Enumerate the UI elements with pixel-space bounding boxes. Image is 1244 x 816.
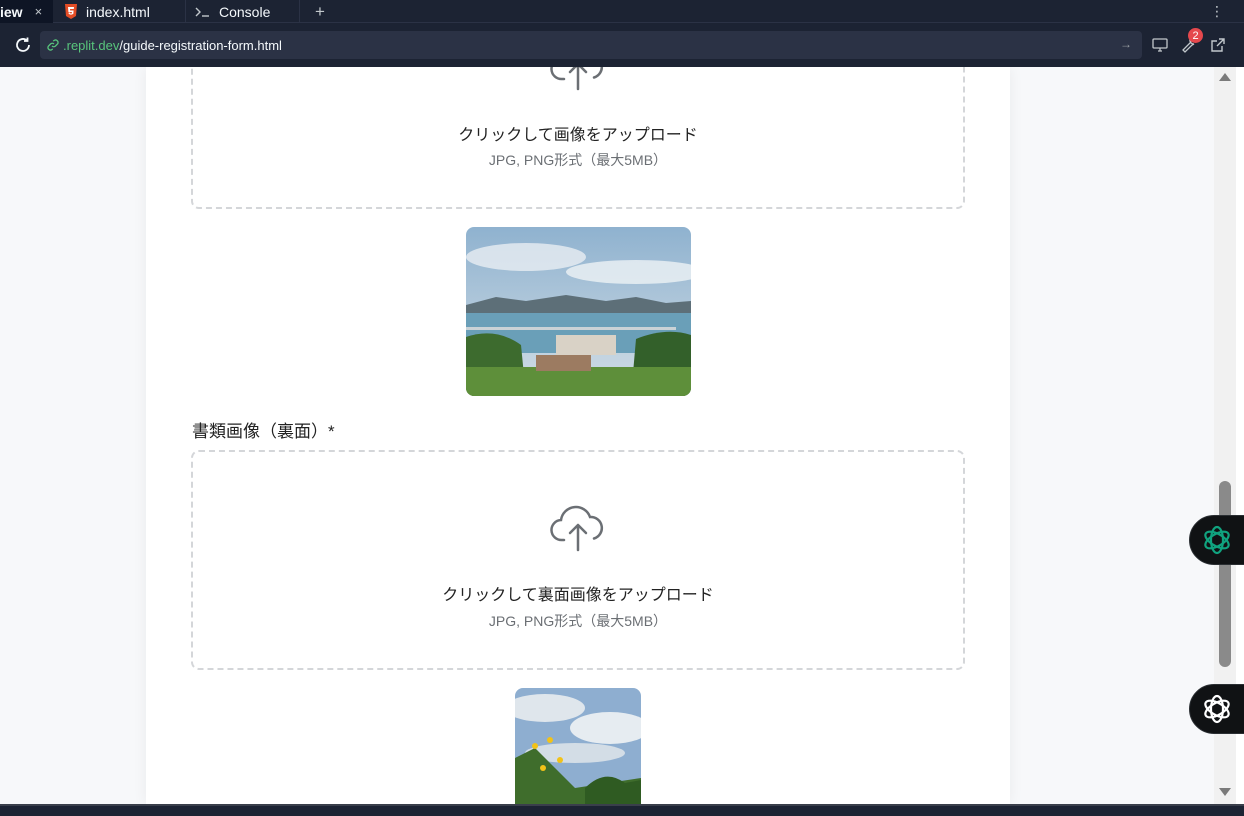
bottom-status-strip	[0, 804, 1244, 816]
scroll-up-icon[interactable]	[1219, 73, 1231, 81]
tab-bar: iew × index.html Console + ⋮	[0, 0, 1244, 23]
url-path: /guide-registration-form.html	[119, 37, 282, 53]
assistant-button[interactable]	[1189, 515, 1244, 565]
terminal-icon	[195, 4, 211, 20]
open-external-icon[interactable]	[1208, 35, 1228, 55]
scrollbar-thumb[interactable]	[1219, 481, 1231, 667]
chat-assistant-icon	[1204, 694, 1230, 724]
cloud-upload-icon	[550, 67, 604, 91]
tab-console[interactable]: Console	[187, 0, 300, 23]
new-tab-button[interactable]: +	[313, 0, 327, 23]
url-domain: .replit.dev	[63, 37, 120, 53]
page-margin	[1010, 67, 1214, 804]
upload-hint: JPG, PNG形式（最大5MB）	[488, 152, 668, 168]
url-field[interactable]: .replit.dev /guide-registration-form.htm…	[40, 31, 1142, 59]
openai-icon	[1204, 525, 1230, 555]
back-image-label: 書類画像（裏面）*	[192, 422, 335, 441]
front-image-dropzone[interactable]: クリックして画像をアップロード JPG, PNG形式（最大5MB）	[191, 67, 965, 209]
page-margin	[0, 67, 146, 804]
browser-window: iew × index.html Console + ⋮ .replit.dev	[0, 0, 1244, 816]
notification-badge: 2	[1188, 28, 1203, 43]
page-viewport: クリックして画像をアップロード JPG, PNG形式（最大5MB） 書類画像（裏…	[0, 67, 1244, 804]
cloud-upload-icon	[550, 505, 604, 552]
front-image-preview	[466, 227, 691, 396]
devices-icon[interactable]	[1150, 35, 1170, 55]
tab-label: index.html	[86, 3, 150, 20]
back-image-preview	[515, 688, 641, 804]
upload-instruction: クリックして裏面画像をアップロード	[442, 587, 714, 604]
reload-icon[interactable]	[12, 34, 34, 56]
assistant-button-secondary[interactable]	[1189, 684, 1244, 734]
tab-label: Console	[219, 3, 271, 20]
tab-preview[interactable]: iew ×	[0, 0, 53, 23]
address-bar: .replit.dev /guide-registration-form.htm…	[0, 23, 1244, 67]
link-icon	[46, 38, 60, 52]
tab-label: iew	[0, 3, 23, 20]
html5-icon	[64, 4, 78, 20]
more-options-icon[interactable]: ⋮	[1210, 0, 1224, 23]
scroll-down-icon[interactable]	[1219, 788, 1231, 796]
tab-index-html[interactable]: index.html	[54, 0, 186, 23]
upload-instruction: クリックして画像をアップロード	[458, 127, 698, 144]
back-image-dropzone[interactable]: クリックして裏面画像をアップロード JPG, PNG形式（最大5MB）	[191, 450, 965, 670]
upload-hint: JPG, PNG形式（最大5MB）	[488, 613, 668, 629]
close-icon[interactable]: ×	[35, 4, 43, 19]
go-arrow-icon[interactable]: →	[1120, 37, 1132, 51]
